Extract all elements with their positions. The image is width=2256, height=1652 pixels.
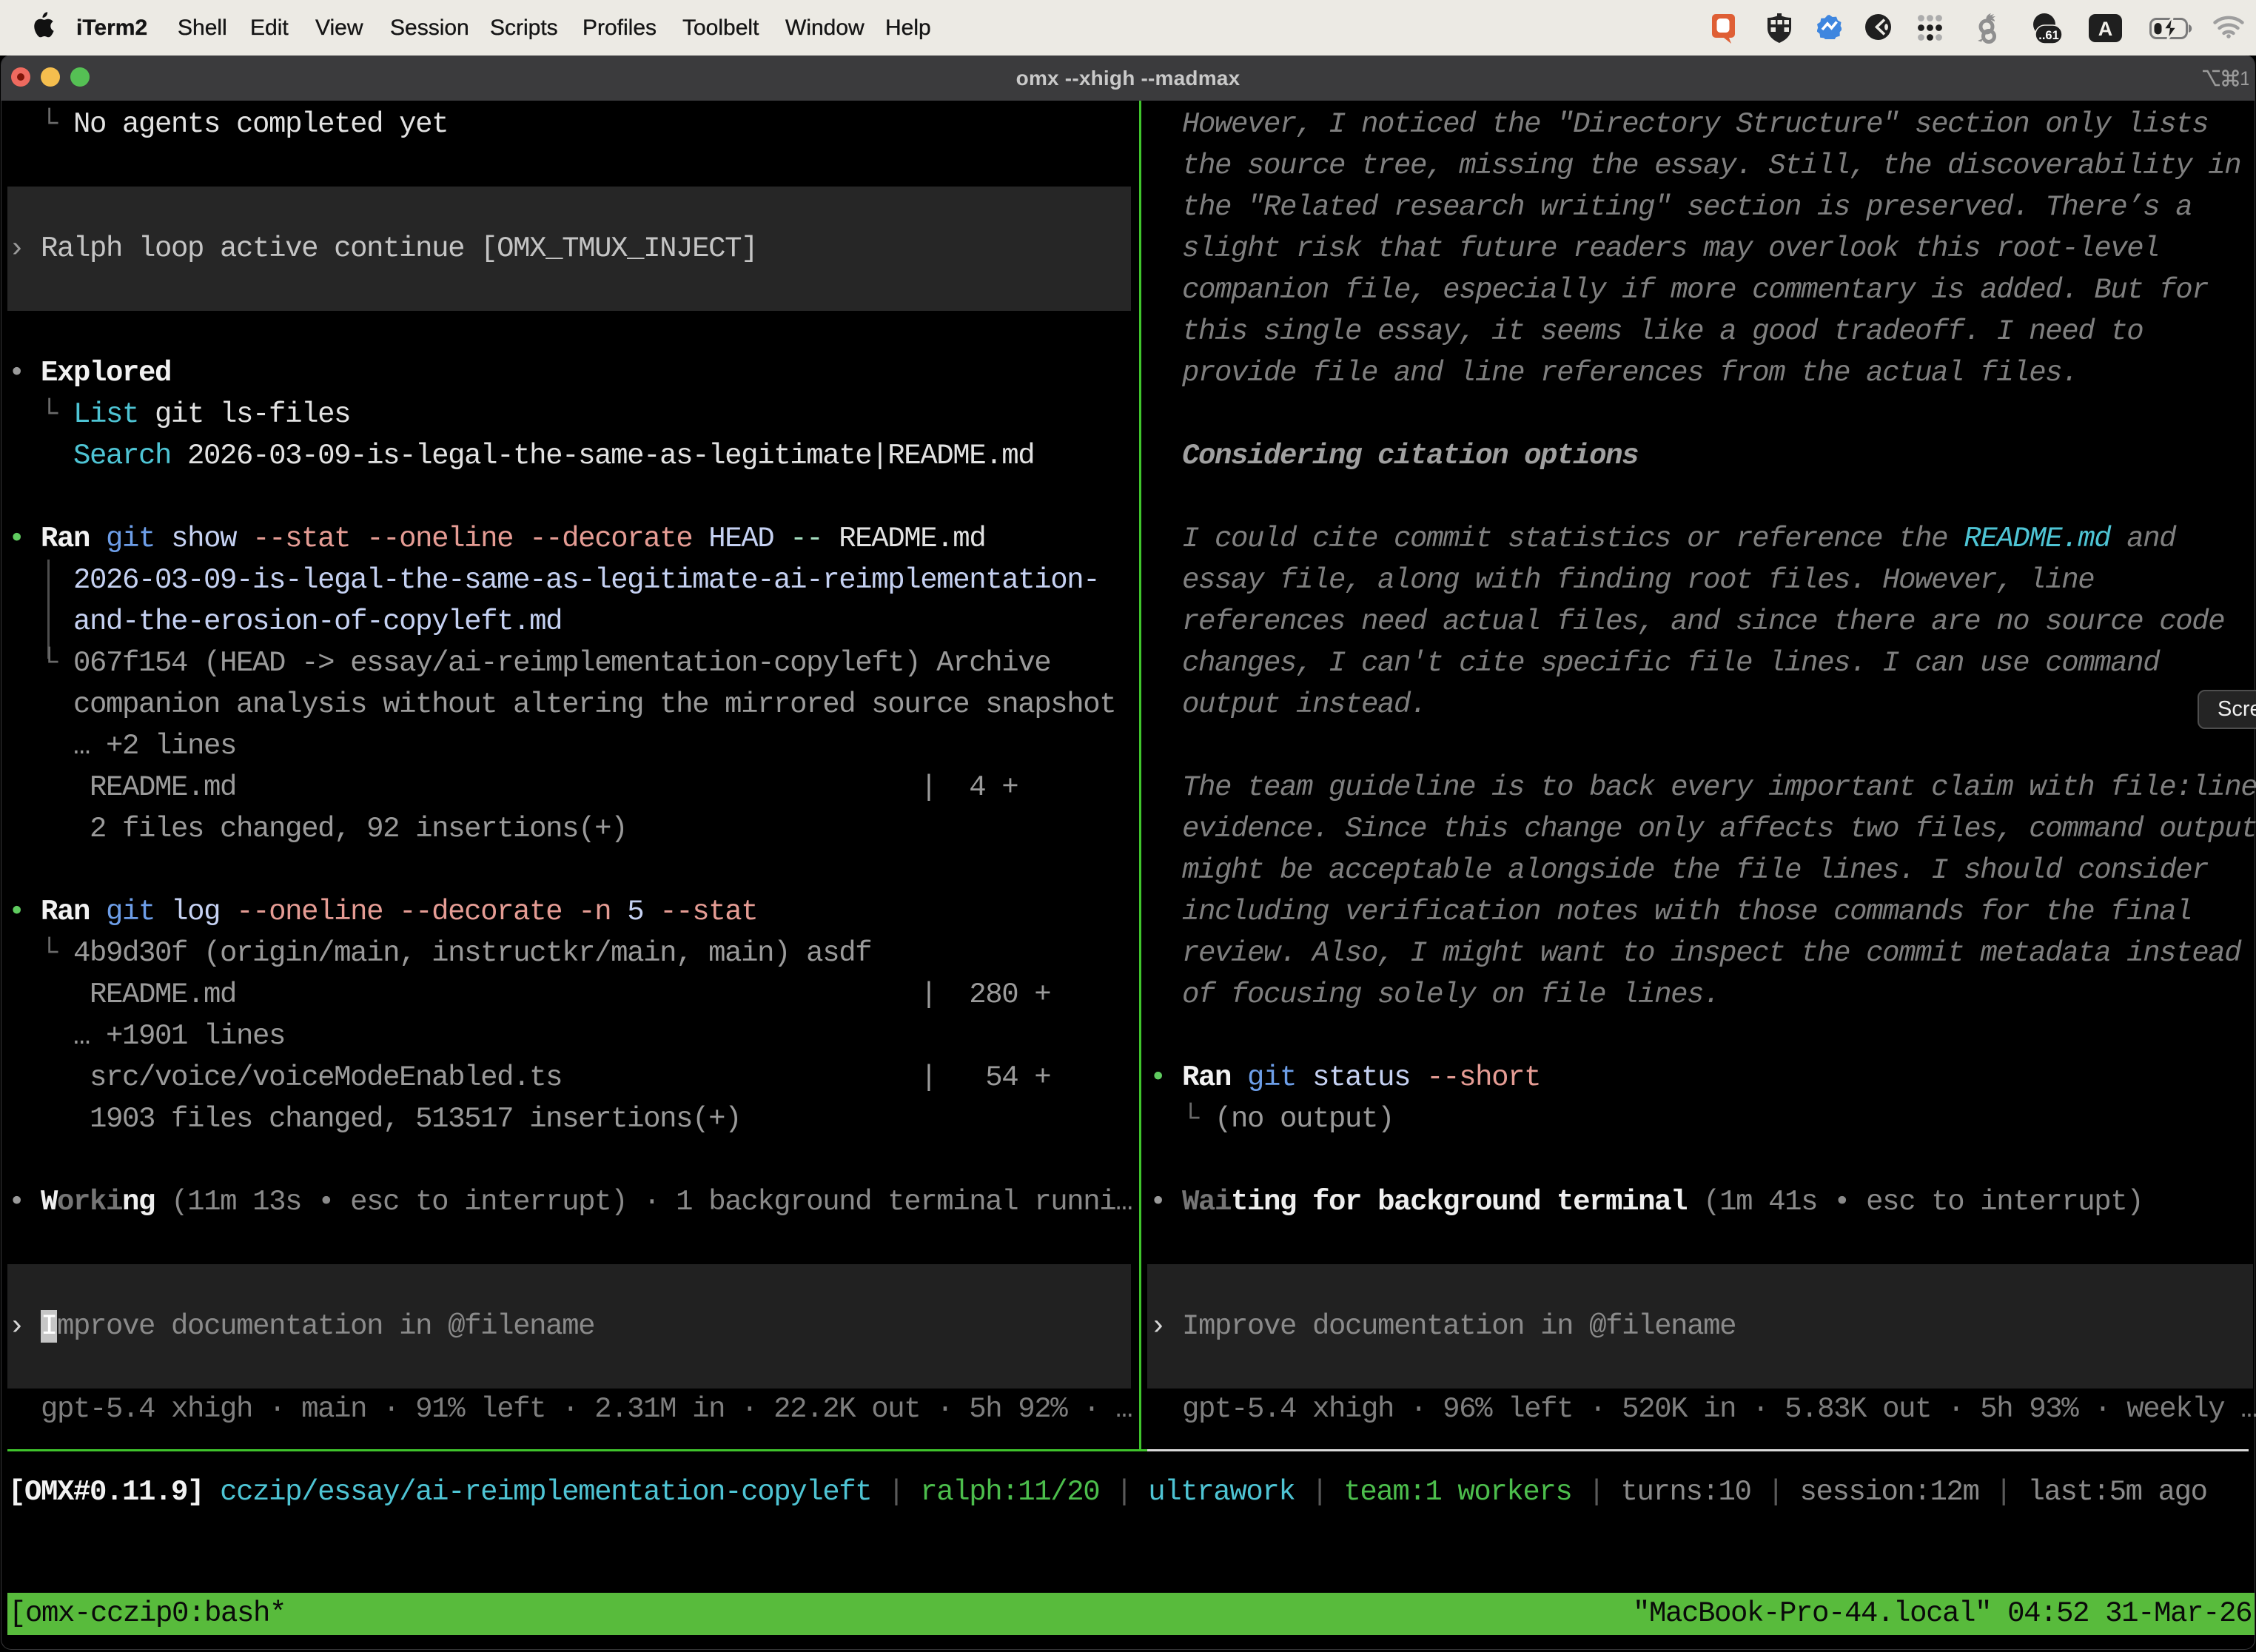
svg-text:..61: ..61 [2038,29,2059,42]
svg-text:A: A [2098,18,2113,40]
svg-text:1: 1 [2240,67,2249,90]
